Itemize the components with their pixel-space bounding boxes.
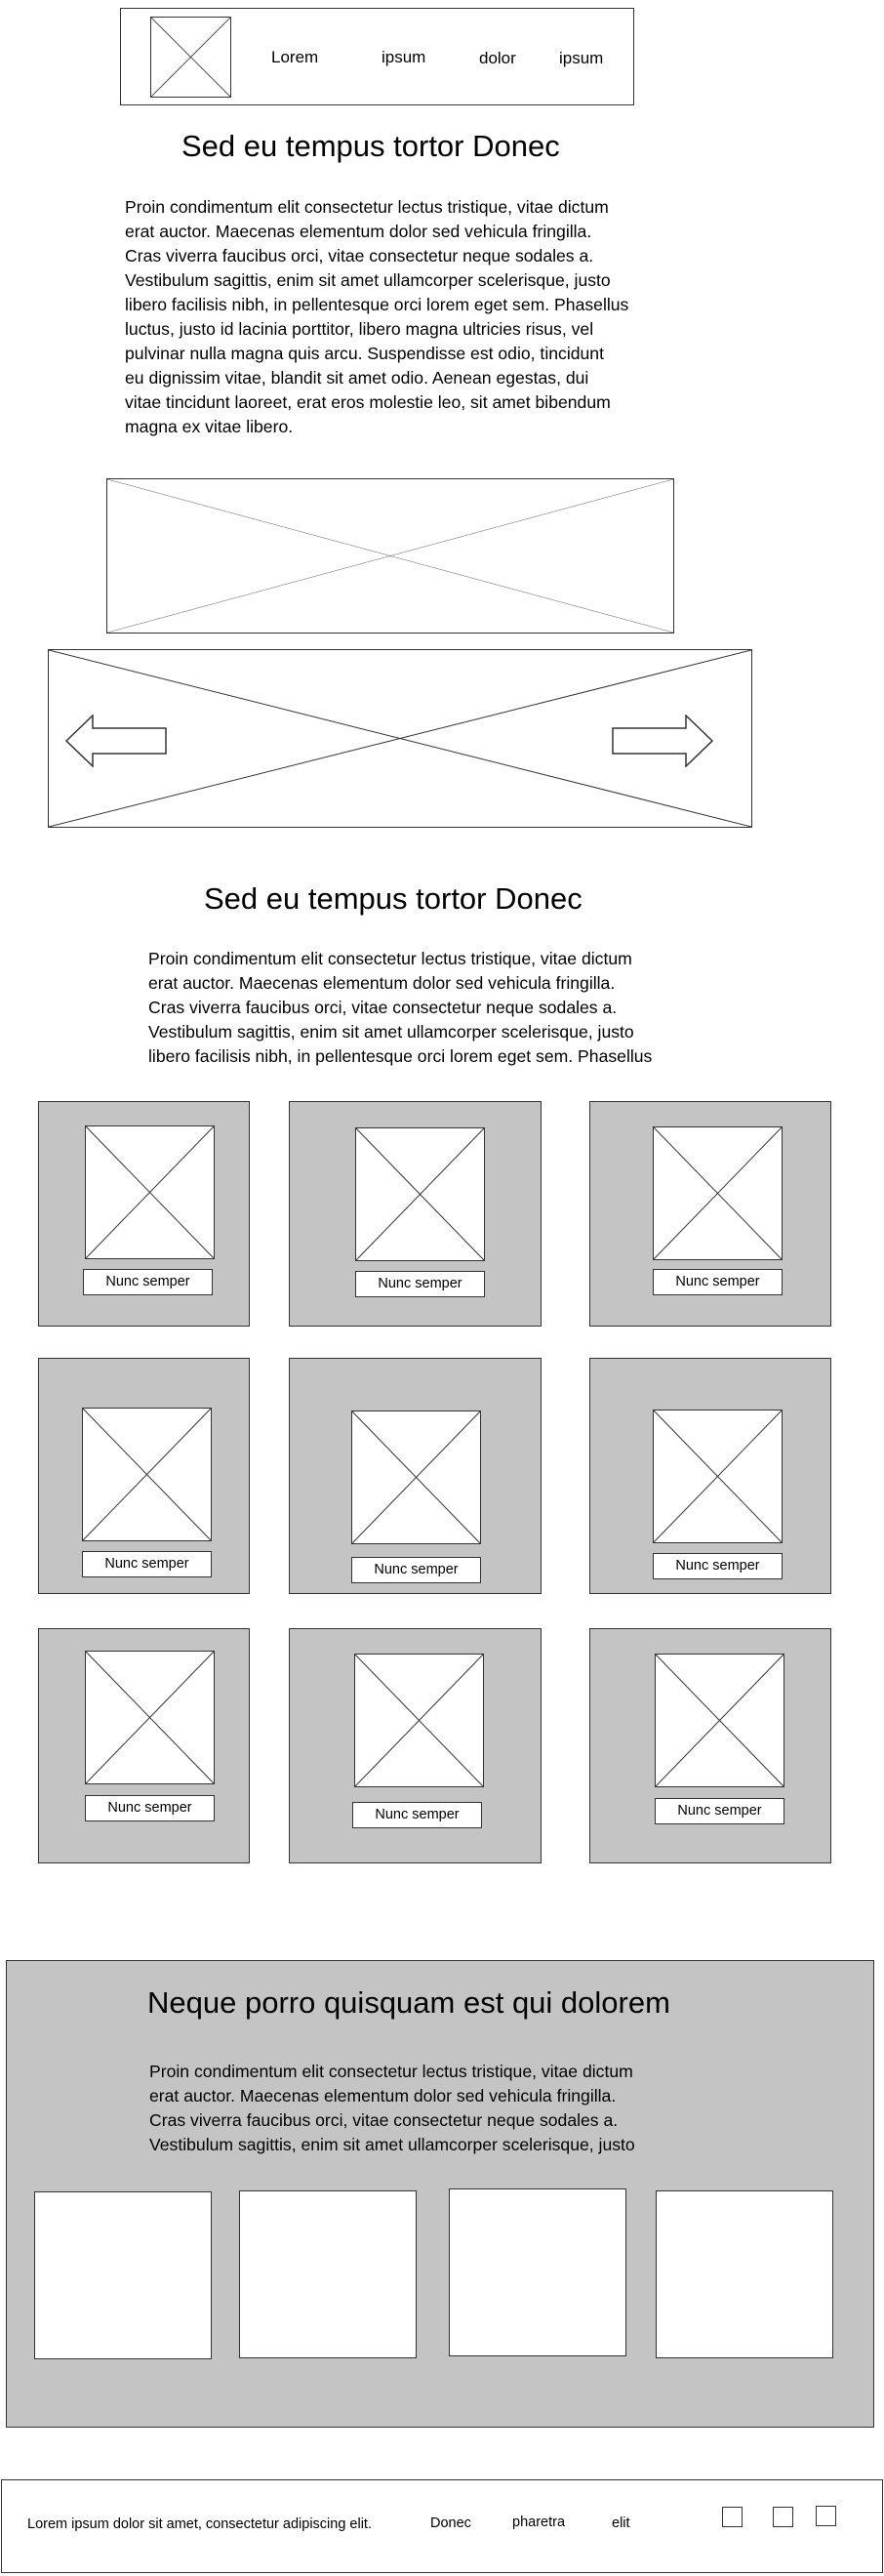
arrow-left-icon[interactable] bbox=[64, 714, 167, 768]
section2-text: Proin condimentum elit consectetur lectu… bbox=[148, 949, 653, 1066]
grid-card[interactable]: Nunc semper bbox=[38, 1358, 250, 1594]
card-image-placeholder bbox=[351, 1411, 481, 1544]
footer: Lorem ipsum dolor sit amet, consectetur … bbox=[1, 2479, 883, 2573]
header: Lorem ipsum dolor ipsum bbox=[120, 8, 634, 105]
card-label: Nunc semper bbox=[83, 1269, 213, 1295]
card-image-placeholder bbox=[85, 1125, 215, 1259]
logo-image-placeholder[interactable] bbox=[150, 17, 231, 98]
arrow-right-icon[interactable] bbox=[612, 714, 714, 768]
section1-title: Sed eu tempus tortor Donec bbox=[181, 129, 560, 163]
card-image-placeholder bbox=[354, 1654, 484, 1787]
footer-link-elit[interactable]: elit bbox=[612, 2515, 630, 2531]
footer-text: Lorem ipsum dolor sit amet, consectetur … bbox=[27, 2516, 372, 2532]
card-image-placeholder bbox=[653, 1126, 783, 1260]
feature-image-2[interactable] bbox=[239, 2190, 417, 2358]
nav-link-4[interactable]: ipsum bbox=[559, 49, 603, 68]
section1-text: Proin condimentum elit consectetur lectu… bbox=[125, 197, 629, 436]
grid-card[interactable]: Nunc semper bbox=[589, 1628, 831, 1863]
card-label: Nunc semper bbox=[352, 1802, 482, 1828]
social-icon-2[interactable] bbox=[773, 2507, 793, 2527]
hero-banner-placeholder bbox=[106, 478, 674, 634]
feature-title: Neque porro quisquam est qui dolorem bbox=[147, 1985, 670, 2020]
grid-card[interactable]: Nunc semper bbox=[589, 1101, 831, 1327]
feature-image-1[interactable] bbox=[34, 2191, 212, 2359]
card-label: Nunc semper bbox=[653, 1269, 783, 1295]
feature-text: Proin condimentum elit consectetur lectu… bbox=[149, 2062, 635, 2154]
feature-section: Neque porro quisquam est qui dolorem Pro… bbox=[6, 1960, 874, 2428]
social-icon-1[interactable] bbox=[722, 2507, 743, 2527]
nav-link-3[interactable]: dolor bbox=[479, 49, 516, 68]
grid-card[interactable]: Nunc semper bbox=[589, 1358, 831, 1594]
grid-card[interactable]: Nunc semper bbox=[289, 1358, 542, 1594]
card-label: Nunc semper bbox=[85, 1795, 215, 1821]
card-image-placeholder bbox=[355, 1127, 485, 1261]
card-label: Nunc semper bbox=[82, 1551, 212, 1577]
card-label: Nunc semper bbox=[355, 1271, 485, 1297]
section2-title: Sed eu tempus tortor Donec bbox=[204, 881, 583, 916]
card-label: Nunc semper bbox=[655, 1798, 784, 1824]
grid-card[interactable]: Nunc semper bbox=[38, 1101, 250, 1327]
footer-link-pharetra[interactable]: pharetra bbox=[512, 2515, 565, 2530]
card-image-placeholder bbox=[655, 1654, 784, 1787]
card-label: Nunc semper bbox=[351, 1557, 481, 1583]
grid-card[interactable]: Nunc semper bbox=[289, 1628, 542, 1863]
feature-image-4[interactable] bbox=[656, 2190, 833, 2358]
social-icon-3[interactable] bbox=[816, 2506, 836, 2526]
grid-card[interactable]: Nunc semper bbox=[38, 1628, 250, 1863]
feature-image-3[interactable] bbox=[449, 2188, 626, 2356]
nav-link-2[interactable]: ipsum bbox=[382, 48, 425, 67]
card-label: Nunc semper bbox=[653, 1553, 783, 1579]
card-image-placeholder bbox=[85, 1651, 215, 1784]
nav-link-1[interactable]: Lorem bbox=[271, 48, 318, 67]
grid-card[interactable]: Nunc semper bbox=[289, 1101, 542, 1327]
footer-link-donec[interactable]: Donec bbox=[430, 2515, 471, 2531]
card-image-placeholder bbox=[82, 1408, 212, 1541]
card-image-placeholder bbox=[653, 1410, 783, 1543]
